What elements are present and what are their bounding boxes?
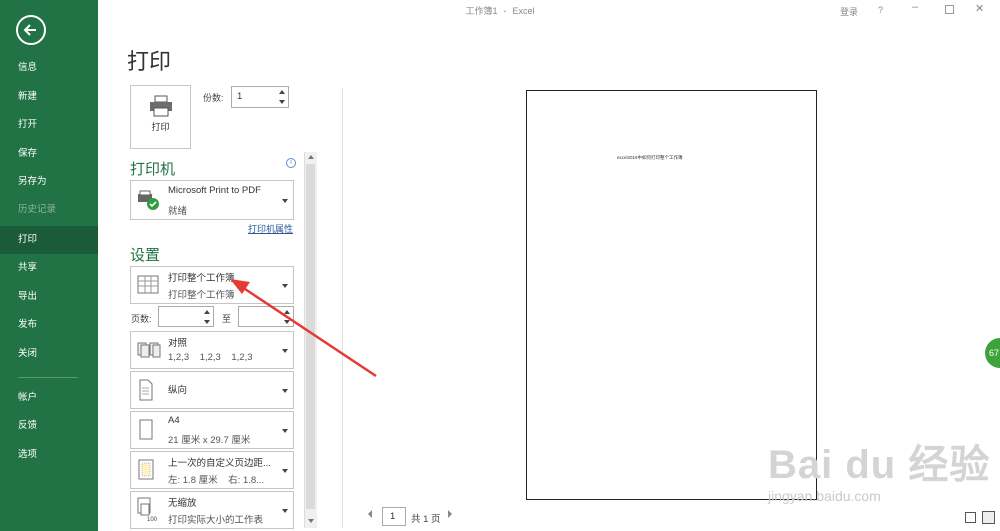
- decrement-icon[interactable]: [278, 97, 286, 106]
- show-margins-icon[interactable]: [965, 512, 976, 523]
- nav-item-print[interactable]: 打印: [0, 226, 98, 254]
- collate-line1: 对照: [168, 338, 188, 349]
- copies-label: 份数:: [203, 93, 224, 103]
- printer-status-icon: [138, 190, 159, 210]
- pages-from-input[interactable]: [158, 306, 214, 327]
- decrement-icon[interactable]: [283, 317, 291, 326]
- nav-item-new[interactable]: 新建: [0, 83, 98, 111]
- printer-select[interactable]: Microsoft Print to PDF 就绪: [130, 180, 294, 220]
- settings-scrollbar[interactable]: [304, 152, 317, 528]
- nav-item-save-as[interactable]: 另存为: [0, 168, 98, 196]
- margins-select[interactable]: 上一次的自定义页边距... 左: 1.8 厘米 右: 1.8...: [130, 451, 294, 489]
- nav-item-info[interactable]: 信息: [0, 54, 98, 82]
- app-name: Excel: [512, 6, 535, 16]
- page-number-input[interactable]: 1: [382, 507, 406, 526]
- print-scope-select[interactable]: 打印整个工作簿 打印整个工作簿: [130, 266, 294, 304]
- previous-page-icon[interactable]: [368, 510, 372, 518]
- nav-item-share[interactable]: 共享: [0, 254, 98, 282]
- scaling-line1: 无缩放: [168, 498, 197, 509]
- document-name: 工作簿1: [465, 6, 498, 16]
- watermark-url: jingyan.baidu.com: [768, 488, 881, 504]
- nav-item-history: 历史记录: [18, 204, 57, 215]
- chevron-down-icon: [282, 389, 288, 393]
- orientation-line1: 纵向: [168, 385, 188, 396]
- scroll-up-icon[interactable]: [307, 154, 315, 160]
- paper-size-select[interactable]: A4 21 厘米 x 29.7 厘米: [130, 411, 294, 449]
- restore-button[interactable]: [945, 5, 954, 14]
- login-link[interactable]: 登录: [840, 5, 858, 18]
- backstage-sidebar: 信息 新建 打开 保存 另存为 历史记录 打印 共享 导出 发布 关闭 帐户 反…: [0, 0, 98, 531]
- nav-item-publish[interactable]: 发布: [0, 311, 98, 339]
- increment-icon[interactable]: [278, 88, 286, 97]
- pane-divider: [342, 88, 343, 528]
- copies-value: 1: [237, 91, 243, 102]
- copies-stepper[interactable]: 1: [231, 86, 289, 108]
- decrement-icon[interactable]: [203, 317, 211, 326]
- paper-line1: A4: [168, 415, 180, 426]
- scaling-line2: 打印实际大小的工作表: [168, 515, 264, 526]
- margins-line2: 左: 1.8 厘米 右: 1.8...: [168, 475, 265, 486]
- minimize-button[interactable]: –: [912, 1, 918, 13]
- nav-item-save[interactable]: 保存: [0, 140, 98, 168]
- settings-heading: 设置: [130, 247, 161, 264]
- watermark-logo: Bai du 经验: [768, 443, 991, 487]
- chevron-down-icon: [282, 509, 288, 513]
- increment-icon[interactable]: [283, 308, 291, 317]
- chevron-down-icon: [282, 199, 288, 203]
- preview-page-text: excel2016中如何打印整个工作簿: [617, 155, 683, 160]
- pages-label: 页数:: [131, 314, 152, 324]
- print-button-label: 打印: [151, 122, 170, 132]
- nav-item-options[interactable]: 选项: [0, 441, 98, 469]
- portrait-page-icon: [139, 379, 153, 401]
- current-page: 1: [390, 511, 396, 522]
- nav-divider: [18, 377, 78, 378]
- scaling-select[interactable]: 100 无缩放 打印实际大小的工作表: [130, 491, 294, 529]
- nav-item-close[interactable]: 关闭: [0, 340, 98, 368]
- next-page-icon[interactable]: [448, 510, 452, 518]
- chevron-down-icon: [282, 469, 288, 473]
- scope-line2: 打印整个工作簿: [168, 290, 235, 301]
- nav-item-account[interactable]: 帐户: [0, 384, 98, 412]
- paper-icon: [139, 419, 153, 440]
- info-icon[interactable]: i: [286, 158, 296, 168]
- chevron-down-icon: [282, 349, 288, 353]
- no-scaling-icon: 100: [137, 497, 158, 523]
- printer-name: Microsoft Print to PDF: [168, 185, 261, 196]
- collate-line2: 1,2,3 1,2,3 1,2,3: [168, 352, 253, 363]
- nav-item-open[interactable]: 打开: [0, 111, 98, 139]
- collate-select[interactable]: 对照 1,2,3 1,2,3 1,2,3: [130, 331, 294, 369]
- margins-icon: [138, 459, 154, 480]
- scroll-down-icon[interactable]: [307, 518, 315, 524]
- back-arrow-icon[interactable]: [16, 15, 46, 45]
- printer-icon: [150, 95, 172, 117]
- pages-to-label: 至: [222, 314, 232, 324]
- title-separator: -: [503, 6, 507, 16]
- margins-line1: 上一次的自定义页边距...: [168, 458, 271, 469]
- chevron-down-icon: [282, 284, 288, 288]
- close-window-button[interactable]: ✕: [975, 2, 984, 15]
- floating-badge[interactable]: 67: [985, 338, 1000, 368]
- collate-icon: [137, 342, 161, 358]
- printer-heading: 打印机: [130, 161, 176, 178]
- workbook-grid-icon: [137, 275, 159, 294]
- nav-item-feedback[interactable]: 反馈: [0, 412, 98, 440]
- scroll-thumb[interactable]: [306, 164, 315, 509]
- zoom-to-page-icon[interactable]: [982, 511, 995, 524]
- page-title: 打印: [127, 49, 172, 74]
- help-button[interactable]: ?: [878, 5, 883, 15]
- paper-line2: 21 厘米 x 29.7 厘米: [168, 435, 251, 446]
- printer-status: 就绪: [168, 206, 188, 217]
- scope-line1: 打印整个工作簿: [168, 273, 235, 284]
- orientation-select[interactable]: 纵向: [130, 371, 294, 409]
- nav-item-export[interactable]: 导出: [0, 283, 98, 311]
- chevron-down-icon: [282, 429, 288, 433]
- pages-to-input[interactable]: [238, 306, 294, 327]
- page-total: 共 1 页: [411, 514, 441, 525]
- printer-properties-link[interactable]: 打印机属性: [248, 222, 293, 235]
- increment-icon[interactable]: [203, 308, 211, 317]
- print-button[interactable]: 打印: [130, 85, 191, 149]
- svg-text:100: 100: [147, 517, 158, 523]
